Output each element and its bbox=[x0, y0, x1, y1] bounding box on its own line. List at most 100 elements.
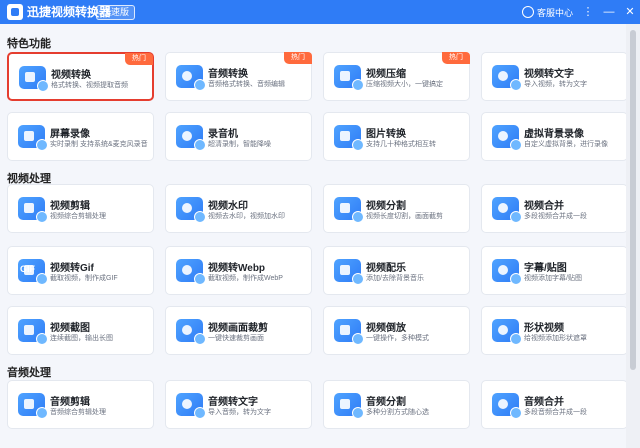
video-to-text-icon bbox=[492, 65, 522, 91]
tool-card-title: 音频转文字 bbox=[208, 397, 258, 408]
scrollbar-thumb[interactable] bbox=[630, 30, 636, 370]
tool-card-description: 导入视频，转为文字 bbox=[524, 81, 587, 88]
tool-card-title: 图片转换 bbox=[366, 129, 406, 140]
subtitle-icon bbox=[492, 259, 522, 285]
tool-card-title: 视频压缩 bbox=[366, 69, 406, 80]
hot-badge: 热门 bbox=[442, 52, 470, 64]
tool-card[interactable]: 图片转换 支持几十种格式相互转 bbox=[323, 112, 470, 161]
tool-card-title: 视频配乐 bbox=[366, 263, 406, 274]
video-split-icon bbox=[334, 197, 364, 223]
scrollbar[interactable] bbox=[626, 24, 640, 448]
crop-icon bbox=[176, 319, 206, 345]
tool-card-description: 截取视频，制作成WebP bbox=[208, 275, 283, 282]
audio-merge-icon bbox=[492, 393, 522, 419]
recorder-icon bbox=[176, 125, 206, 151]
audio-convert-icon bbox=[176, 65, 206, 91]
customer-service-label: 客服中心 bbox=[536, 7, 573, 18]
tool-card-description: 音频格式转换、音频编辑 bbox=[208, 81, 285, 88]
tool-card-description: 实时录制 支持系统&麦克风录音 bbox=[50, 141, 148, 148]
video-convert-icon bbox=[19, 66, 49, 92]
shape-icon bbox=[492, 319, 522, 345]
tool-card[interactable]: 视频转换 格式转换、视频提取音频 热门 bbox=[7, 52, 154, 101]
section-title-audio: 音频处理 bbox=[7, 367, 51, 379]
tool-card-description: 超清录制，智能降噪 bbox=[208, 141, 271, 148]
tool-card-title: 形状视频 bbox=[524, 323, 564, 334]
tool-card[interactable]: 音频合并 多段音频合并成一段 bbox=[481, 380, 626, 429]
tool-card-title: 视频截图 bbox=[50, 323, 90, 334]
tool-card-description: 视频综合剪辑处理 bbox=[50, 213, 106, 220]
title-bar: 迅捷视频转换器 极速版 客服中心 ⋮ — ✕ bbox=[0, 0, 640, 24]
tool-card-description: 视频长度切割，画面截剪 bbox=[366, 213, 443, 220]
tool-card[interactable]: GIF 视频转Gif 截取视频，制作成GIF bbox=[7, 246, 154, 295]
tool-card-description: 自定义虚拟背景，进行录像 bbox=[524, 141, 608, 148]
tool-card-description: 支持几十种格式相互转 bbox=[366, 141, 436, 148]
tool-card-description: 格式转换、视频提取音频 bbox=[51, 82, 128, 89]
tool-card[interactable]: 视频水印 视频去水印，视频加水印 bbox=[165, 184, 312, 233]
tool-card-description: 多段视频合并成一段 bbox=[524, 213, 587, 220]
tool-card[interactable]: 字幕/贴图 视频添加字幕/贴图 bbox=[481, 246, 626, 295]
tool-card-title: 视频水印 bbox=[208, 201, 248, 212]
close-button[interactable]: ✕ bbox=[624, 6, 636, 18]
tool-card-description: 多段音频合并成一段 bbox=[524, 409, 587, 416]
tool-card[interactable]: 视频画面裁剪 一键快速裁剪画面 bbox=[165, 306, 312, 355]
tool-card[interactable]: 音频转文字 导入音频，转为文字 bbox=[165, 380, 312, 429]
tool-card-title: 视频转文字 bbox=[524, 69, 574, 80]
tool-card-title: 字幕/贴图 bbox=[524, 263, 567, 274]
video-edit-icon bbox=[18, 197, 48, 223]
audio-to-text-icon bbox=[176, 393, 206, 419]
screen-record-icon bbox=[18, 125, 48, 151]
tool-card-title: 视频合并 bbox=[524, 201, 564, 212]
tool-card[interactable]: 录音机 超清录制，智能降噪 bbox=[165, 112, 312, 161]
audio-split-icon bbox=[334, 393, 364, 419]
tool-card-description: 视频添加字幕/贴图 bbox=[524, 275, 582, 282]
tool-card[interactable]: 视频配乐 添加/去除背景音乐 bbox=[323, 246, 470, 295]
more-menu-icon[interactable]: ⋮ bbox=[582, 6, 594, 18]
tool-card[interactable]: 视频截图 连续截图，输出长图 bbox=[7, 306, 154, 355]
tool-card[interactable]: 视频合并 多段视频合并成一段 bbox=[481, 184, 626, 233]
tool-card-description: 添加/去除背景音乐 bbox=[366, 275, 424, 282]
webp-icon bbox=[176, 259, 206, 285]
tool-card[interactable]: 音频转换 音频格式转换、音频编辑 热门 bbox=[165, 52, 312, 101]
tool-card-description: 一键快速裁剪画面 bbox=[208, 335, 264, 342]
tool-card-title: 音频分割 bbox=[366, 397, 406, 408]
section-title-featured: 特色功能 bbox=[7, 38, 51, 50]
tool-card-title: 视频转Gif bbox=[50, 263, 94, 274]
tool-card[interactable]: 虚拟背景录像 自定义虚拟背景，进行录像 bbox=[481, 112, 626, 161]
tool-card[interactable]: 屏幕录像 实时录制 支持系统&麦克风录音 bbox=[7, 112, 154, 161]
tool-card-description: 多种分割方式随心选 bbox=[366, 409, 429, 416]
tool-card-title: 视频画面裁剪 bbox=[208, 323, 268, 334]
tool-card-title: 录音机 bbox=[208, 129, 238, 140]
tool-card-description: 截取视频，制作成GIF bbox=[50, 275, 118, 282]
tool-card-description: 给视频添加形状遮罩 bbox=[524, 335, 587, 342]
customer-service-button[interactable]: 客服中心 bbox=[521, 6, 573, 19]
tool-card[interactable]: 视频分割 视频长度切割，画面截剪 bbox=[323, 184, 470, 233]
tool-card-title: 视频分割 bbox=[366, 201, 406, 212]
main-content: 特色功能 视频处理 音频处理 视频转换 格式转换、视频提取音频 热门 音频转换 音频格式… bbox=[0, 24, 626, 448]
hot-badge: 热门 bbox=[125, 53, 153, 65]
screenshot-icon bbox=[18, 319, 48, 345]
tool-card-description: 连续截图，输出长图 bbox=[50, 335, 113, 342]
tool-card-description: 导入音频，转为文字 bbox=[208, 409, 271, 416]
tool-card[interactable]: 视频压缩 压缩视频大小，一键搞定 热门 bbox=[323, 52, 470, 101]
icon-glyph: GIF bbox=[20, 264, 35, 274]
gif-icon: GIF bbox=[18, 259, 48, 285]
tool-card-title: 视频转换 bbox=[51, 70, 91, 81]
tool-card[interactable]: 音频分割 多种分割方式随心选 bbox=[323, 380, 470, 429]
video-merge-icon bbox=[492, 197, 522, 223]
tool-card[interactable]: 视频倒放 一键操作，多种模式 bbox=[323, 306, 470, 355]
music-icon bbox=[334, 259, 364, 285]
tool-card-description: 音频综合剪辑处理 bbox=[50, 409, 106, 416]
tool-card[interactable]: 视频转Webp 截取视频，制作成WebP bbox=[165, 246, 312, 295]
tool-card[interactable]: 音频剪辑 音频综合剪辑处理 bbox=[7, 380, 154, 429]
tool-card[interactable]: 视频转文字 导入视频，转为文字 bbox=[481, 52, 626, 101]
minimize-button[interactable]: — bbox=[603, 6, 615, 18]
tool-card-title: 音频合并 bbox=[524, 397, 564, 408]
tool-card-title: 视频剪辑 bbox=[50, 201, 90, 212]
tool-card-description: 视频去水印，视频加水印 bbox=[208, 213, 285, 220]
audio-edit-icon bbox=[18, 393, 48, 419]
tool-card[interactable]: 视频剪辑 视频综合剪辑处理 bbox=[7, 184, 154, 233]
virtual-bg-icon bbox=[492, 125, 522, 151]
tool-card-title: 视频倒放 bbox=[366, 323, 406, 334]
app-logo-icon bbox=[7, 4, 23, 20]
tool-card[interactable]: 形状视频 给视频添加形状遮罩 bbox=[481, 306, 626, 355]
